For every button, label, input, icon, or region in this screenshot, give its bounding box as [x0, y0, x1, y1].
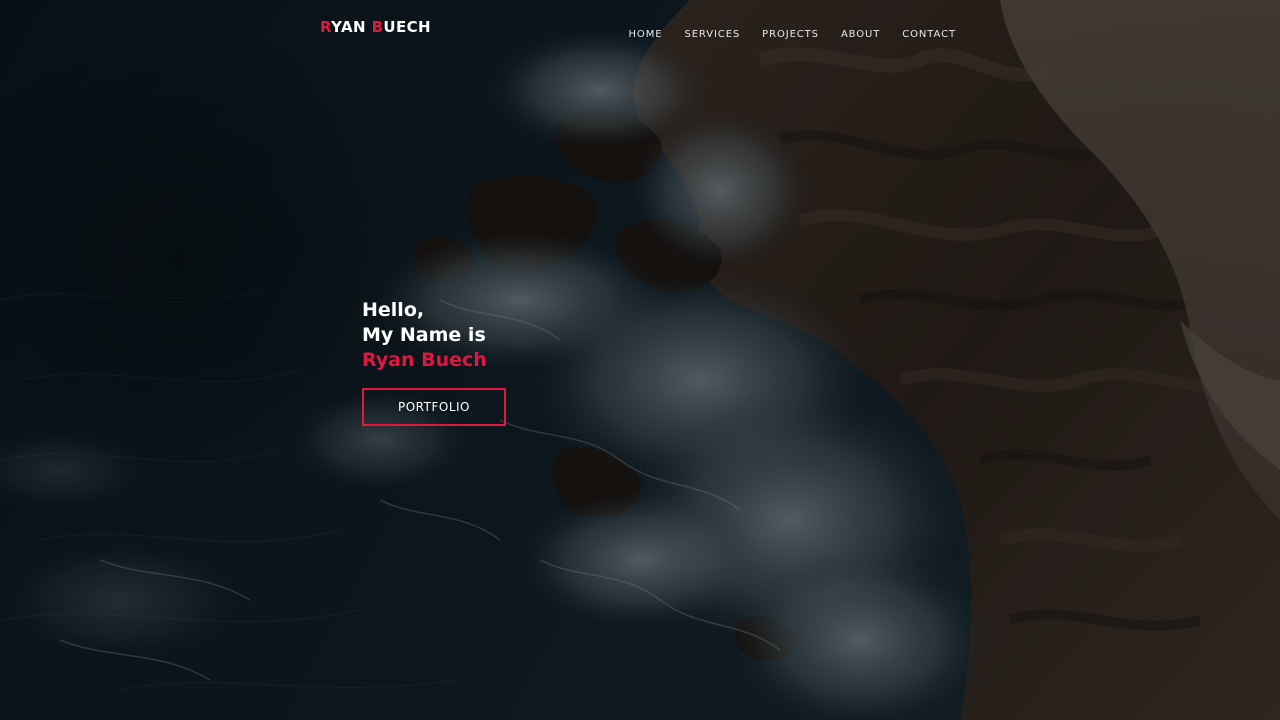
nav-link-projects[interactable]: PROJECTS: [762, 29, 819, 40]
brand-last-initial: B: [371, 18, 384, 36]
portfolio-button[interactable]: PORTFOLIO: [362, 388, 506, 426]
nav-link-home[interactable]: HOME: [629, 29, 663, 40]
hero-intro-line: My Name is: [362, 324, 486, 346]
nav-item-projects: PROJECTS: [762, 22, 819, 41]
brand-first-initial: R: [320, 18, 332, 36]
main-nav: HOME SERVICES PROJECTS ABOUT CONTACT: [629, 22, 956, 41]
top-navbar: RYAN BUECH HOME SERVICES PROJECTS ABOUT …: [0, 0, 1280, 56]
hero-section: RYAN BUECH HOME SERVICES PROJECTS ABOUT …: [0, 0, 1280, 720]
hero-intro: Hello, My Name is Ryan Buech: [362, 298, 682, 373]
nav-link-services[interactable]: SERVICES: [684, 29, 740, 40]
brand-first-rest: YAN: [331, 18, 372, 36]
nav-item-services: SERVICES: [684, 22, 740, 41]
nav-link-about[interactable]: ABOUT: [841, 29, 880, 40]
brand-logo[interactable]: RYAN BUECH: [320, 18, 431, 36]
nav-item-about: ABOUT: [841, 22, 880, 41]
hero-name: Ryan Buech: [362, 349, 487, 371]
nav-item-contact: CONTACT: [902, 22, 956, 41]
nav-item-home: HOME: [629, 22, 663, 41]
hero-greeting: Hello,: [362, 299, 425, 321]
brand-last-rest: UECH: [383, 18, 431, 36]
nav-link-contact[interactable]: CONTACT: [902, 29, 956, 40]
